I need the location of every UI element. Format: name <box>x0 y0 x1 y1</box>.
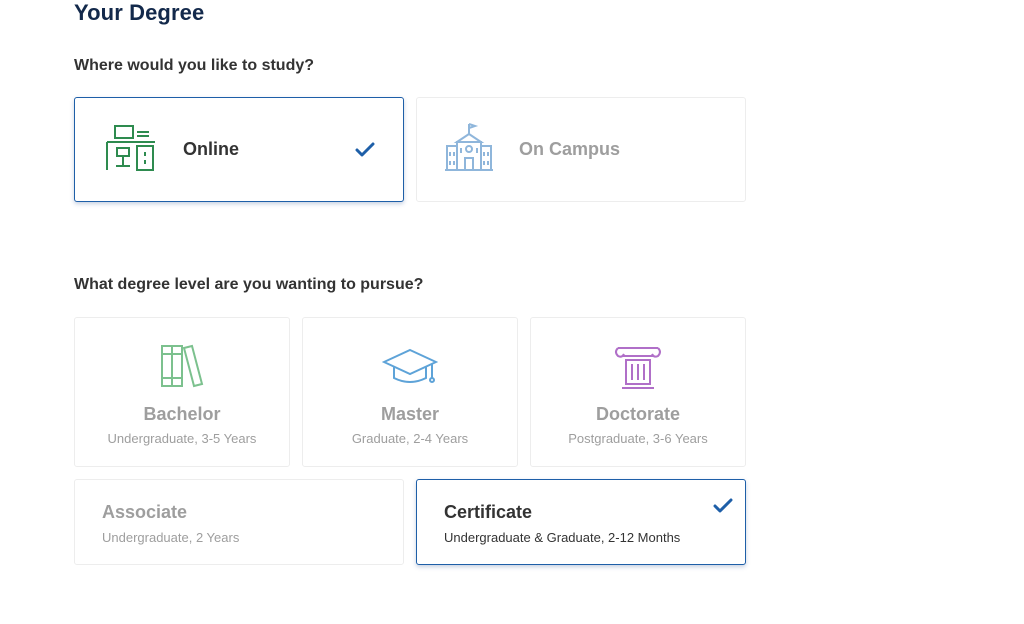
graduation-cap-icon <box>382 348 438 383</box>
option-certificate[interactable]: Certificate Undergraduate & Graduate, 2-… <box>416 479 746 565</box>
option-doctorate-description: Postgraduate, 3-6 Years <box>568 431 708 446</box>
option-master[interactable]: Master Graduate, 2-4 Years <box>302 317 518 467</box>
option-online-label: Online <box>183 139 240 159</box>
study-location-question: Where would you like to study? <box>74 57 315 74</box>
option-master-name: Master <box>380 404 440 424</box>
checkmark-icon <box>355 142 375 157</box>
option-certificate-description: Undergraduate & Graduate, 2-12 Months <box>444 530 681 545</box>
option-associate-description: Undergraduate, 2 Years <box>102 530 240 545</box>
degree-form-page: Your Degree Where would you like to stud… <box>0 0 1024 624</box>
campus-building-icon <box>445 123 493 171</box>
option-associate-name: Associate <box>102 502 188 522</box>
option-doctorate[interactable]: Doctorate Postgraduate, 3-6 Years <box>530 317 746 467</box>
page-title: Your Degree <box>74 0 205 25</box>
option-master-description: Graduate, 2-4 Years <box>351 431 469 446</box>
degree-level-question: What degree level are you wanting to pur… <box>74 276 424 293</box>
option-bachelor[interactable]: Bachelor Undergraduate, 3-5 Years <box>74 317 290 467</box>
option-certificate-name: Certificate <box>444 502 533 522</box>
option-associate[interactable]: Associate Undergraduate, 2 Years <box>74 479 404 565</box>
checkmark-icon <box>713 498 733 513</box>
option-doctorate-name: Doctorate <box>595 404 680 424</box>
option-online[interactable]: Online <box>74 97 404 202</box>
option-on-campus[interactable]: On Campus <box>416 97 746 202</box>
option-bachelor-name: Bachelor <box>143 404 221 424</box>
books-icon <box>161 344 204 388</box>
desk-computer-icon <box>106 125 155 171</box>
option-bachelor-description: Undergraduate, 3-5 Years <box>107 431 257 446</box>
ionic-column-icon <box>615 347 661 389</box>
option-on-campus-label: On Campus <box>519 139 621 159</box>
